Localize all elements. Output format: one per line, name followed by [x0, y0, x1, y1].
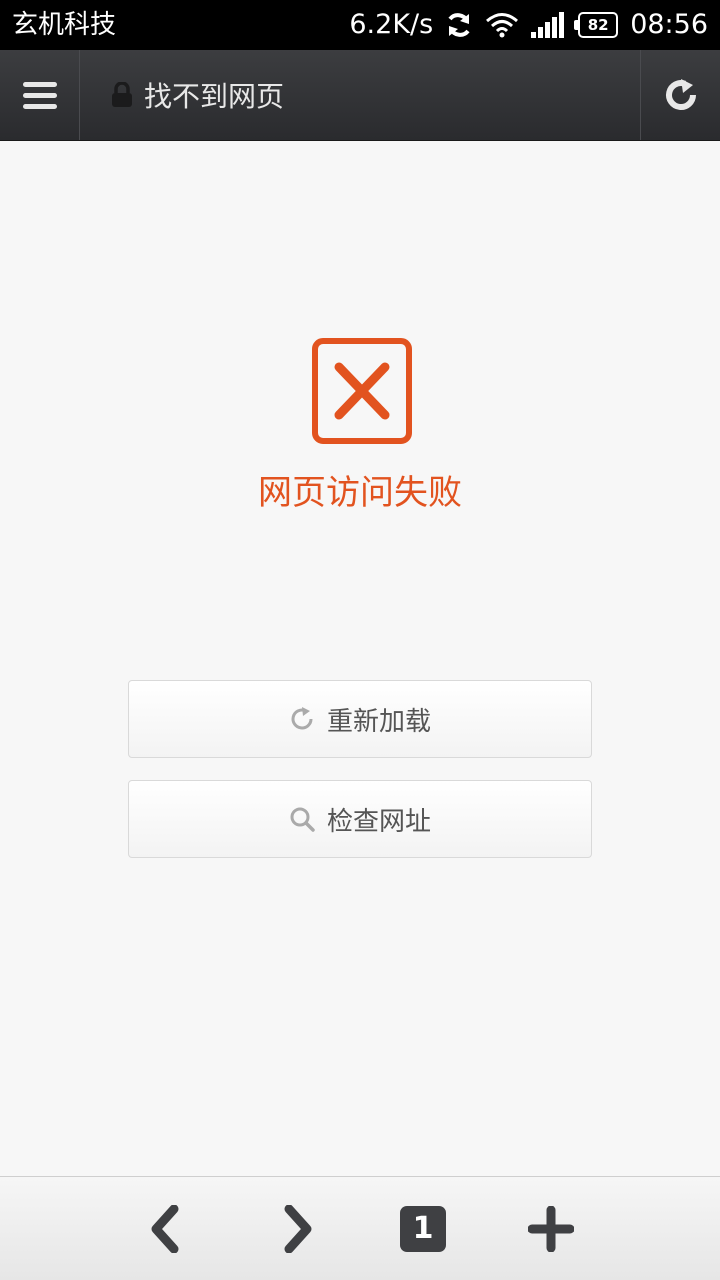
browser-screen: 玄机科技 6.2K/s 82 08:56 找不到网页 网页访问失败 重新加载 检… — [0, 0, 720, 1280]
signal-icon — [531, 12, 566, 38]
battery-icon: 82 — [574, 12, 619, 38]
chevron-left-icon — [151, 1205, 179, 1253]
menu-icon — [22, 76, 57, 115]
address-bar[interactable]: 找不到网页 — [80, 50, 640, 140]
refresh-icon — [665, 79, 696, 110]
error-message: 网页访问失败 — [258, 473, 462, 513]
reload-button[interactable]: 重新加载 — [128, 680, 592, 758]
clock: 08:56 — [630, 9, 708, 40]
error-icon — [312, 338, 412, 444]
bottom-toolbar: 1 — [0, 1176, 720, 1280]
sync-icon — [448, 13, 470, 37]
forward-button[interactable] — [258, 1177, 338, 1280]
refresh-button[interactable] — [640, 50, 720, 140]
plus-icon — [528, 1206, 574, 1252]
menu-button[interactable] — [0, 50, 80, 140]
back-button[interactable] — [125, 1177, 205, 1280]
search-icon — [290, 807, 315, 832]
reload-icon — [291, 707, 313, 730]
chevron-right-icon — [284, 1205, 312, 1253]
network-speed: 6.2K/s — [349, 9, 434, 40]
check-url-label: 检查网址 — [326, 806, 431, 837]
tab-count-badge: 1 — [400, 1206, 446, 1252]
page-title: 找不到网页 — [144, 80, 285, 113]
status-bar: 玄机科技 6.2K/s 82 08:56 — [0, 0, 720, 50]
carrier-name: 玄机科技 — [12, 10, 117, 40]
new-tab-button[interactable] — [511, 1177, 591, 1280]
wifi-icon — [486, 13, 519, 38]
status-icons: 6.2K/s 82 08:56 — [337, 8, 708, 42]
check-url-button[interactable]: 检查网址 — [128, 780, 592, 858]
lock-icon — [112, 82, 132, 107]
tabs-button[interactable]: 1 — [383, 1177, 463, 1280]
reload-label: 重新加载 — [326, 706, 431, 737]
browser-toolbar: 找不到网页 — [0, 50, 720, 141]
